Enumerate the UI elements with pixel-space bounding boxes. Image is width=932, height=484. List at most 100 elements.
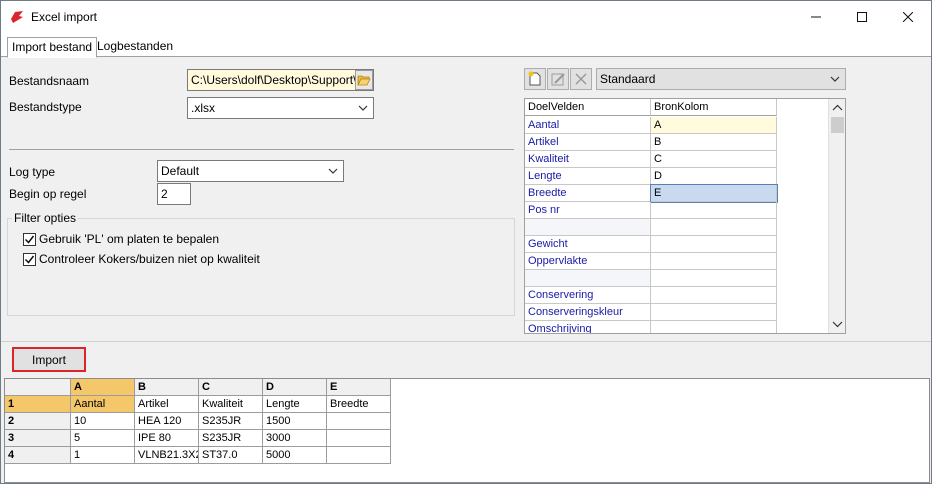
delete-icon: [575, 73, 587, 85]
maximize-icon: [857, 12, 867, 22]
sheet-cell[interactable]: Kwaliteit: [199, 396, 263, 413]
sheet-cell[interactable]: Lengte: [263, 396, 327, 413]
sheet-column-header[interactable]: D: [263, 379, 327, 396]
sheet-cell[interactable]: [327, 430, 391, 447]
sheet-cell[interactable]: S235JR: [199, 430, 263, 447]
tab-logbestanden[interactable]: Logbestanden: [93, 37, 177, 57]
mapping-source-cell[interactable]: [651, 253, 777, 270]
edit-profile-button[interactable]: [547, 68, 569, 90]
mapping-target-cell[interactable]: Conserveringskleur: [525, 304, 651, 321]
sheet-column-header[interactable]: B: [135, 379, 199, 396]
browse-folder-button[interactable]: [355, 70, 373, 90]
checkmark-icon: [24, 255, 35, 264]
sheet-cell[interactable]: 3000: [263, 430, 327, 447]
sheet-cell[interactable]: Breedte: [327, 396, 391, 413]
new-document-icon: [528, 71, 541, 86]
minimize-button[interactable]: [793, 1, 839, 33]
startrow-value: 2: [161, 187, 168, 201]
checkbox-pl-platen[interactable]: [23, 233, 36, 246]
mapping-source-cell[interactable]: D: [651, 168, 777, 185]
mapping-target-cell[interactable]: [525, 219, 651, 236]
sheet-row-header[interactable]: 1: [5, 396, 71, 413]
checkbox-pl-platen-label: Gebruik 'PL' om platen te bepalen: [39, 232, 220, 246]
close-icon: [903, 12, 913, 22]
mapping-source-cell[interactable]: E: [650, 184, 778, 203]
sheet-row-header[interactable]: 2: [5, 413, 71, 430]
scroll-thumb[interactable]: [831, 117, 844, 133]
mapping-target-cell[interactable]: Oppervlakte: [525, 253, 651, 270]
sheet-cell[interactable]: VLNB21.3X2: [135, 447, 199, 464]
sheet-column-header[interactable]: [5, 379, 71, 396]
mapping-source-cell[interactable]: [651, 304, 777, 321]
startrow-label: Begin op regel: [9, 187, 87, 201]
mapping-grid[interactable]: DoelVelden BronKolom Aantal A Artikel B Kwal…: [524, 98, 846, 334]
sheet-cell[interactable]: S235JR: [199, 413, 263, 430]
sheet-cell[interactable]: IPE 80: [135, 430, 199, 447]
chevron-down-icon: [830, 76, 840, 82]
sheet-cell[interactable]: Artikel: [135, 396, 199, 413]
sheet-row-header[interactable]: 4: [5, 447, 71, 464]
logtype-label: Log type: [9, 165, 56, 179]
filetype-select[interactable]: .xlsx: [187, 97, 374, 119]
spreadsheet-preview[interactable]: A B C D E 1 Aantal Artikel Kwaliteit Lengte Breedt…: [4, 378, 930, 483]
startrow-input[interactable]: 2: [157, 183, 191, 205]
new-profile-button[interactable]: [524, 68, 546, 90]
checkbox-kokers-kwaliteit-label: Controleer Kokers/buizen niet op kwalite…: [39, 252, 260, 266]
mapping-scrollbar[interactable]: [828, 99, 845, 333]
folder-open-icon: [357, 75, 371, 86]
filter-options-title: Filter opties: [12, 211, 79, 225]
mapping-source-cell[interactable]: [651, 270, 777, 287]
checkbox-kokers-kwaliteit[interactable]: [23, 253, 36, 266]
filename-input[interactable]: C:\Users\dolf\Desktop\Support\H: [187, 69, 374, 91]
sheet-row-header[interactable]: 3: [5, 430, 71, 447]
sheet-column-header[interactable]: A: [71, 379, 135, 396]
mapping-source-cell[interactable]: A: [651, 117, 777, 134]
sheet-cell[interactable]: HEA 120: [135, 413, 199, 430]
close-button[interactable]: [885, 1, 931, 33]
mapping-source-cell[interactable]: [651, 202, 777, 219]
mapping-target-cell[interactable]: [525, 270, 651, 287]
minimize-icon: [811, 16, 821, 18]
sheet-cell[interactable]: 1: [71, 447, 135, 464]
sheet-column-header[interactable]: C: [199, 379, 263, 396]
mapping-source-cell[interactable]: [651, 236, 777, 253]
chevron-down-icon: [328, 168, 338, 174]
sheet-cell[interactable]: [327, 447, 391, 464]
mapping-target-cell[interactable]: Gewicht: [525, 236, 651, 253]
mapping-target-cell[interactable]: Artikel: [525, 134, 651, 151]
mapping-target-cell[interactable]: Aantal: [525, 117, 651, 134]
chevron-up-icon[interactable]: [830, 101, 845, 115]
sheet-column-header[interactable]: E: [327, 379, 391, 396]
maximize-button[interactable]: [839, 1, 885, 33]
tab-import-bestand[interactable]: Import bestand: [7, 37, 98, 58]
mapping-header-source: BronKolom: [651, 99, 777, 116]
sheet-cell[interactable]: 5: [71, 430, 135, 447]
profile-select[interactable]: Standaard: [596, 68, 846, 90]
mapping-target-cell[interactable]: Conservering: [525, 287, 651, 304]
mapping-target-cell[interactable]: Pos nr: [525, 202, 651, 219]
sheet-cell[interactable]: 5000: [263, 447, 327, 464]
mapping-source-cell[interactable]: B: [651, 134, 777, 151]
sheet-cell[interactable]: ST37.0: [199, 447, 263, 464]
title-bar: Excel import: [1, 1, 931, 33]
excel-import-window: Excel import Import bestand Logbestanden…: [0, 0, 932, 484]
sheet-cell[interactable]: 10: [71, 413, 135, 430]
logtype-select[interactable]: Default: [157, 160, 344, 182]
mapping-target-cell[interactable]: Breedte: [525, 185, 651, 202]
mapping-source-cell[interactable]: [651, 219, 777, 236]
mapping-target-cell[interactable]: Lengte: [525, 168, 651, 185]
mapping-source-cell[interactable]: [651, 321, 777, 333]
import-button[interactable]: Import: [12, 347, 86, 372]
sheet-cell[interactable]: Aantal: [71, 396, 135, 413]
mapping-source-cell[interactable]: [651, 287, 777, 304]
filename-value: C:\Users\dolf\Desktop\Support\H: [191, 73, 366, 87]
sheet-cell[interactable]: 1500: [263, 413, 327, 430]
mapping-target-cell[interactable]: Kwaliteit: [525, 151, 651, 168]
chevron-down-icon[interactable]: [830, 317, 845, 331]
mapping-target-cell[interactable]: Omschrijving: [525, 321, 651, 333]
mapping-source-cell[interactable]: C: [651, 151, 777, 168]
separator-bottom: [1, 341, 931, 342]
delete-profile-button[interactable]: [570, 68, 592, 90]
sheet-cell[interactable]: [327, 413, 391, 430]
app-logo-icon: [11, 11, 23, 23]
